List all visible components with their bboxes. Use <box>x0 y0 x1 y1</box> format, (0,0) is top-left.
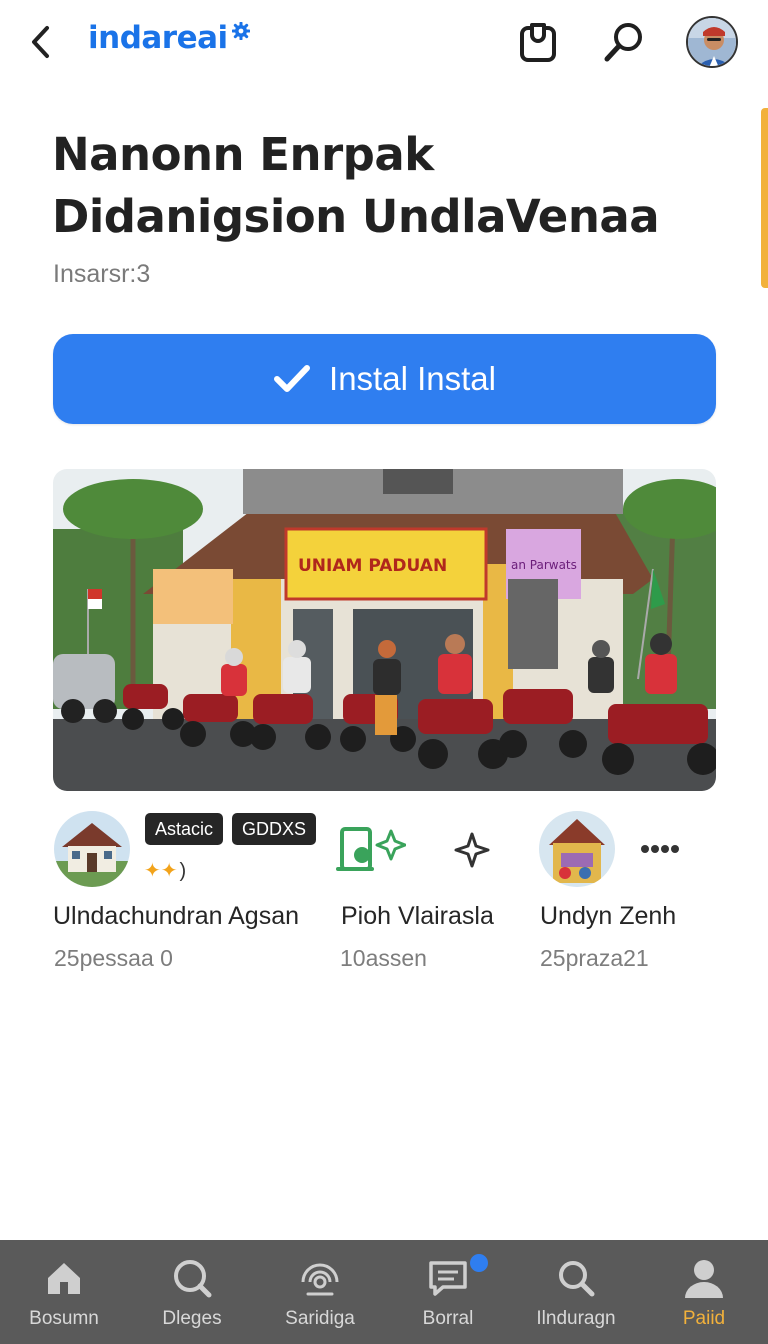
nav-item-dleges[interactable]: Dleges <box>128 1240 256 1344</box>
user-avatar[interactable] <box>686 16 738 68</box>
badge-2[interactable]: GDDXS <box>232 813 317 845</box>
related-app-1-meta: 25pessaa 0 <box>54 945 173 971</box>
search-icon <box>170 1256 214 1300</box>
shop-thumbnail <box>539 811 615 887</box>
checkmark-icon <box>274 365 311 392</box>
bottom-navigation: Bosumn Dleges Saridiga Borral Ilnduragn … <box>0 1240 768 1344</box>
related-app-2-icon[interactable] <box>336 823 406 879</box>
nav-item-bosumn[interactable]: Bosumn <box>0 1240 128 1344</box>
install-label: Instal Instal <box>329 360 496 397</box>
back-button[interactable] <box>22 22 58 62</box>
broadcast-icon <box>298 1256 342 1300</box>
related-app-1-icon[interactable] <box>54 811 130 887</box>
nav-item-paiid[interactable]: Paiid <box>640 1240 768 1344</box>
notification-dot <box>468 1252 490 1274</box>
related-app-2-meta: 10assen <box>340 945 427 971</box>
chevron-left-icon <box>32 26 49 58</box>
nav-label-paiid: Paiid <box>682 1308 726 1329</box>
sparkle-paren: ) <box>179 860 187 882</box>
install-button[interactable]: Instal Instal <box>53 334 716 424</box>
sparkle-button[interactable] <box>452 830 492 870</box>
clipboard-icon <box>520 23 556 62</box>
related-app-1-name[interactable]: Ulndachundran Agsan <box>53 902 299 931</box>
search-button[interactable] <box>600 18 648 66</box>
avatar-portrait <box>688 18 736 66</box>
search-icon <box>604 23 642 62</box>
related-app-3-icon[interactable] <box>539 811 615 887</box>
nav-item-saridiga[interactable]: Saridiga <box>256 1240 384 1344</box>
sparkle-icon <box>454 832 490 868</box>
nav-label-bosumn: Bosumn <box>29 1308 99 1329</box>
app-subtitle: Insarsr:3 <box>53 260 151 288</box>
nav-label-saridiga: Saridiga <box>285 1308 355 1329</box>
related-app-3-name[interactable]: Undyn Zenh <box>540 902 676 931</box>
nav-label-ilnduragn: Ilnduragn <box>536 1308 616 1329</box>
scroll-accent <box>761 108 768 288</box>
app-title-line-2: Didanigsion UndlaVenaa <box>52 190 660 243</box>
device-add-icon <box>336 827 406 871</box>
top-bar: indareai <box>0 0 768 88</box>
rating-sparkles: ✦✦) <box>144 858 186 883</box>
hero-sign-1: UNIAM PADUAN <box>298 556 447 576</box>
search-icon <box>554 1256 598 1300</box>
clipboard-button[interactable] <box>514 18 562 66</box>
brand-name: indareai <box>88 20 228 56</box>
nav-label-borral: Borral <box>422 1308 474 1329</box>
badge-1[interactable]: Astacic <box>145 813 224 845</box>
app-title-line-1: Nanonn Enrpak <box>52 128 434 181</box>
app-title: Nanonn Enrpak Didanigsion UndlaVenaa <box>52 124 742 248</box>
related-app-3-meta: 25praza21 <box>540 945 649 971</box>
nav-item-borral[interactable]: Borral <box>384 1240 512 1344</box>
related-app-2-name[interactable]: Pioh Vlairasla <box>341 902 494 931</box>
street-scene-image: UNIAM PADUAN an Parwats <box>53 469 716 791</box>
more-button[interactable] <box>638 834 682 864</box>
message-icon <box>426 1256 470 1300</box>
house-thumbnail <box>54 811 130 887</box>
sparkle-glyphs: ✦✦ <box>144 860 178 882</box>
person-icon <box>682 1256 726 1300</box>
hero-sign-2: an Parwats <box>511 558 577 572</box>
more-icon <box>641 845 679 853</box>
nav-item-ilnduragn[interactable]: Ilnduragn <box>512 1240 640 1344</box>
gear-icon <box>231 22 250 40</box>
app-screenshot[interactable]: UNIAM PADUAN an Parwats <box>53 469 716 791</box>
nav-label-dleges: Dleges <box>162 1308 222 1329</box>
app-logo[interactable]: indareai <box>88 20 250 56</box>
home-icon <box>42 1256 86 1300</box>
